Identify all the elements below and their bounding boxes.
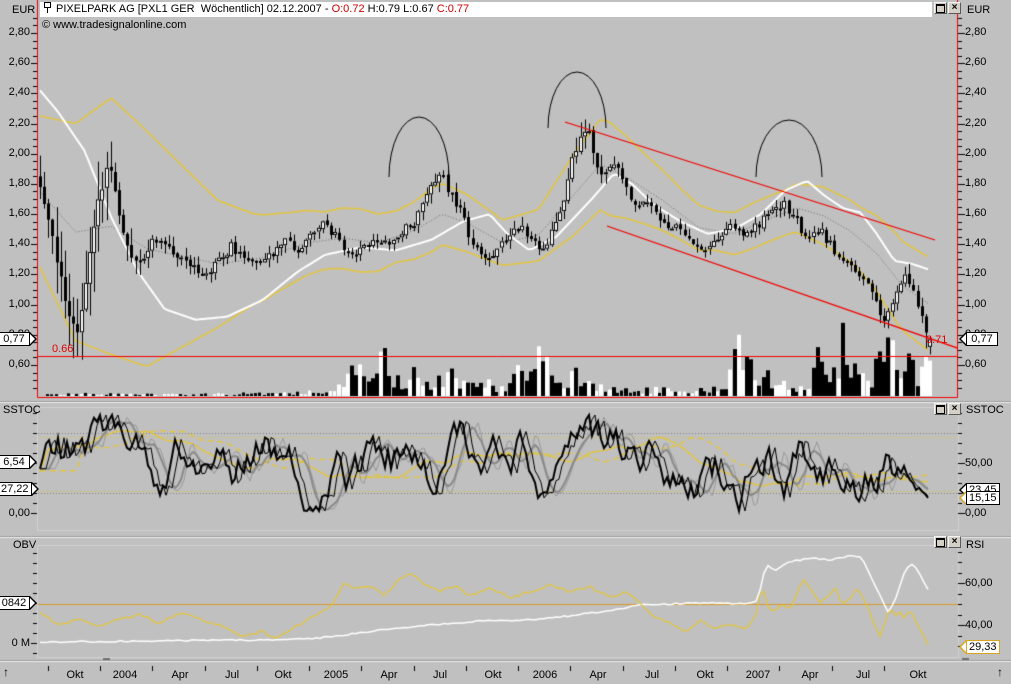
time-axis-label: Jul: [634, 669, 670, 682]
rsi-value-marker: 29,33: [959, 640, 1000, 654]
obv-panel-label: OBV: [13, 539, 36, 552]
y-axis-label: 1,40: [965, 237, 986, 250]
marker-arrow-icon: [959, 640, 966, 654]
ohlc-close: C:0.77: [437, 3, 469, 15]
time-axis-label: Okt: [900, 669, 936, 682]
close-button[interactable]: ×: [948, 536, 961, 548]
sstoc-panel-label-right: SSTOC: [966, 404, 1004, 417]
y-axis-label: 1,60: [0, 207, 30, 220]
time-axis-label: Apr: [371, 669, 407, 682]
recent-low-label: 0.71: [926, 334, 947, 347]
rsi-tick-60: 60,00: [965, 577, 993, 590]
close-icon: ×: [949, 404, 960, 413]
maximize-button[interactable]: [934, 403, 947, 415]
time-axis-label: Apr: [162, 669, 198, 682]
time-axis-label: Jul: [422, 669, 458, 682]
obv-value-marker: 0842: [0, 596, 37, 610]
ohlc-high-low: H:0.79 L:0.67: [368, 3, 437, 15]
y-axis-label: 1,80: [965, 177, 986, 190]
sstoc-marker-fast: 15,15: [959, 491, 1000, 505]
y-axis-label: 2,00: [0, 147, 30, 160]
sstoc-marker-left-1: 6,54: [0, 455, 37, 469]
copyright-label: © www.tradesignalonline.com: [42, 19, 186, 31]
y-axis-label: 2,00: [965, 147, 986, 160]
support-level-label: 0.66: [52, 343, 73, 356]
y-axis-label: 2,40: [0, 86, 30, 99]
y-axis-label: 1,20: [0, 267, 30, 280]
time-axis-label: Okt: [265, 669, 301, 682]
scroll-left-arrow[interactable]: ↑: [3, 665, 9, 679]
marker-arrow-icon: [30, 332, 37, 346]
title-text: PIXELPARK AG [PXL1 GER Wöchentlich] 02.1…: [56, 3, 332, 15]
sstoc-window-buttons: ×: [934, 403, 961, 415]
close-icon: ×: [949, 537, 960, 546]
time-axis-label: Apr: [792, 669, 828, 682]
y-axis-label: 1,80: [0, 177, 30, 190]
time-axis-label: 2004: [107, 669, 143, 682]
marker-arrow-icon: [959, 491, 966, 505]
right-axis-unit: EUR: [967, 4, 990, 17]
obv-zero-label: 0 M: [0, 637, 30, 650]
close-icon: ×: [949, 3, 960, 12]
y-axis-label: 1,00: [965, 298, 986, 311]
y-axis-label: 0,60: [0, 358, 30, 371]
price-marker-left: 0,77: [0, 332, 37, 346]
chart-window: EUR EUR PIXELPARK AG [PXL1 GER Wöchentli…: [0, 0, 1011, 684]
time-axis-label: Okt: [475, 669, 511, 682]
maximize-button[interactable]: [934, 536, 947, 548]
instrument-icon: [43, 2, 52, 17]
scroll-right-arrow[interactable]: ↑: [997, 665, 1003, 679]
marker-arrow-icon: [32, 482, 39, 496]
y-axis-label: 1,60: [965, 207, 986, 220]
sstoc-tick-0-left: 0,00: [0, 507, 30, 520]
y-axis-label: 0,60: [965, 358, 986, 371]
y-axis-label: 2,80: [965, 26, 986, 39]
marker-arrow-icon: [959, 332, 966, 346]
y-axis-label: 2,60: [0, 56, 30, 69]
time-axis-label: Okt: [687, 669, 723, 682]
sstoc-panel-label-left: SSTOC: [3, 404, 41, 417]
sstoc-marker-left-2: 27,22: [0, 482, 39, 496]
chart-canvas[interactable]: [0, 0, 1011, 684]
time-axis-label: Jul: [214, 669, 250, 682]
marker-arrow-icon: [30, 455, 37, 469]
close-button[interactable]: ×: [948, 403, 961, 415]
marker-arrow-icon: [30, 596, 37, 610]
time-axis-label: 2007: [740, 669, 776, 682]
y-axis-label: 1,40: [0, 237, 30, 250]
price-marker-right: 0,77: [959, 332, 998, 346]
y-axis-label: 2,20: [965, 117, 986, 130]
sstoc-tick-50: 50,00: [965, 457, 993, 470]
maximize-icon: [936, 405, 945, 414]
y-axis-label: 2,80: [0, 26, 30, 39]
sstoc-tick-0-right: 0,00: [965, 507, 986, 520]
time-axis-label: Okt: [57, 669, 93, 682]
maximize-icon: [936, 4, 945, 13]
y-axis-label: 1,20: [965, 267, 986, 280]
y-axis-label: 1,00: [0, 298, 30, 311]
main-window-buttons: ×: [934, 2, 961, 14]
y-axis-label: 2,60: [965, 56, 986, 69]
time-axis-label: Jul: [845, 669, 881, 682]
maximize-icon: [936, 538, 945, 547]
rsi-tick-40: 40,00: [965, 619, 993, 632]
maximize-button[interactable]: [934, 2, 947, 14]
ohlc-open: O:0.72: [332, 3, 368, 15]
left-axis-unit: EUR: [12, 4, 35, 17]
close-button[interactable]: ×: [948, 2, 961, 14]
time-axis-label: 2006: [527, 669, 563, 682]
time-axis-label: 2005: [318, 669, 354, 682]
title-bar[interactable]: PIXELPARK AG [PXL1 GER Wöchentlich] 02.1…: [40, 2, 932, 17]
rsi-panel-label: RSI: [966, 539, 984, 552]
rsi-window-buttons: ×: [934, 536, 961, 548]
y-axis-label: 2,20: [0, 117, 30, 130]
time-axis-label: Apr: [580, 669, 616, 682]
y-axis-label: 2,40: [965, 86, 986, 99]
